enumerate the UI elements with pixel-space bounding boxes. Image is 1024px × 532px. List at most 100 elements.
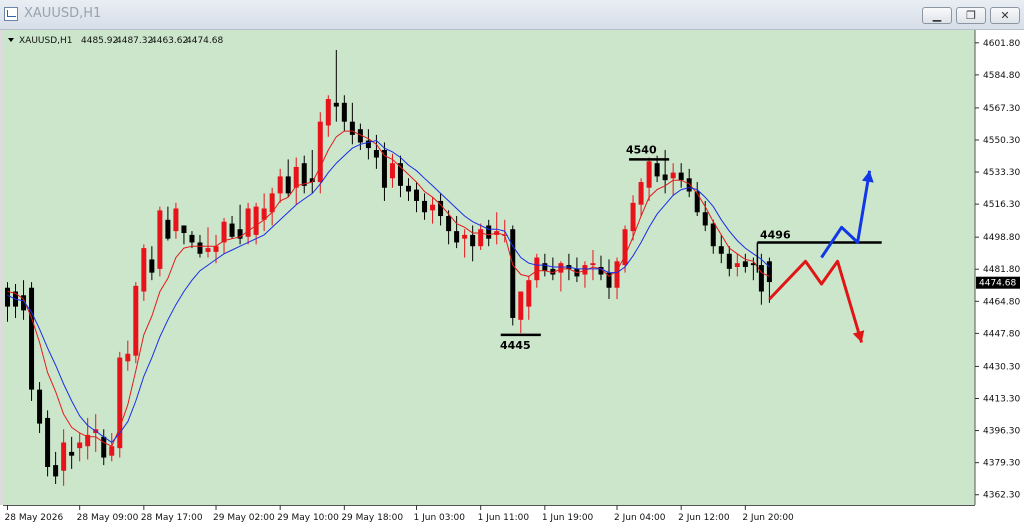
candle-body bbox=[205, 248, 211, 252]
candle-body bbox=[229, 223, 235, 237]
symbol-info-bar: XAUUSD,H1 4485.92 4487.32 4463.62 4474.6… bbox=[8, 36, 223, 46]
price-tick-label: 4379.30 bbox=[983, 459, 1020, 469]
close-icon: ✕ bbox=[1000, 9, 1010, 22]
price-tick-label: 4516.30 bbox=[983, 200, 1020, 210]
candle-body bbox=[77, 442, 83, 449]
level-label-4445: 4445 bbox=[500, 339, 531, 352]
candle-body bbox=[149, 259, 155, 273]
candle-body bbox=[470, 234, 476, 247]
level-label-4540: 4540 bbox=[626, 143, 657, 156]
time-tick-label: 29 May 10:00 bbox=[277, 513, 339, 523]
candle-body bbox=[518, 291, 524, 320]
candle-body bbox=[726, 253, 732, 269]
price-tick-label: 4396.30 bbox=[983, 427, 1020, 437]
candle-body bbox=[45, 417, 51, 467]
candle-body bbox=[662, 174, 668, 181]
candle-body bbox=[686, 178, 692, 192]
price-tick-label: 4567.30 bbox=[983, 104, 1020, 114]
candle-body bbox=[189, 234, 195, 243]
candle-body bbox=[742, 261, 748, 267]
candle-body bbox=[462, 234, 468, 239]
info-symbol: XAUUSD,H1 bbox=[19, 36, 73, 46]
candle-body bbox=[614, 261, 620, 288]
candle-body bbox=[317, 121, 323, 183]
price-tick-label: 4362.30 bbox=[983, 491, 1020, 501]
candle-body bbox=[109, 446, 115, 456]
candle-body bbox=[734, 263, 740, 267]
candle-body bbox=[141, 248, 147, 292]
window-titlebar: XAUUSD,H1 ▁ ❐ ✕ bbox=[0, 0, 1024, 30]
time-tick-label: 28 May 17:00 bbox=[141, 513, 203, 523]
time-tick-label: 2 Jun 04:00 bbox=[614, 513, 666, 523]
current-price-marker: 4474.68 bbox=[976, 276, 1020, 289]
price-tick-label: 4430.30 bbox=[983, 362, 1020, 372]
candle-body bbox=[526, 280, 532, 307]
info-low: 4463.62 bbox=[151, 36, 188, 46]
candle-body bbox=[101, 436, 107, 458]
candle-body bbox=[173, 208, 179, 232]
candle-body bbox=[125, 353, 131, 362]
candle-body bbox=[406, 185, 411, 192]
price-tick-label: 4584.80 bbox=[983, 71, 1020, 81]
price-tick-label: 4481.80 bbox=[983, 265, 1020, 275]
candle-body bbox=[590, 263, 596, 266]
candle-body bbox=[542, 263, 548, 271]
time-tick-label: 28 May 09:00 bbox=[77, 513, 139, 523]
candle-body bbox=[486, 225, 492, 239]
candle-body bbox=[293, 166, 299, 188]
time-tick-label: 1 Jun 11:00 bbox=[478, 513, 530, 523]
candle-body bbox=[414, 189, 420, 201]
price-tick-label: 4464.80 bbox=[983, 297, 1020, 307]
candle-body bbox=[5, 287, 10, 307]
time-tick-label: 2 Jun 20:00 bbox=[742, 513, 794, 523]
window-title: XAUUSD,H1 bbox=[24, 6, 102, 21]
candle-body bbox=[37, 389, 43, 424]
candle-body bbox=[646, 161, 652, 188]
candle-body bbox=[197, 242, 203, 254]
candle-body bbox=[341, 102, 347, 122]
candle-body bbox=[213, 246, 219, 252]
candle-body bbox=[349, 121, 355, 135]
candle-body bbox=[454, 231, 460, 243]
candle-body bbox=[430, 204, 436, 211]
maximize-icon: ❐ bbox=[966, 9, 976, 22]
candle-body bbox=[534, 257, 540, 281]
candle-body bbox=[253, 206, 259, 235]
minimize-button[interactable]: ▁ bbox=[922, 7, 952, 24]
candle-body bbox=[165, 219, 171, 239]
candle-body bbox=[654, 163, 660, 177]
candle-body bbox=[478, 229, 484, 247]
candle-body bbox=[301, 163, 307, 186]
candle-body bbox=[133, 285, 139, 356]
candle-body bbox=[670, 172, 676, 179]
candle-body bbox=[181, 225, 187, 234]
time-tick-label: 1 Jun 03:00 bbox=[414, 513, 466, 523]
candle-body bbox=[53, 465, 59, 477]
candle-body bbox=[277, 176, 283, 194]
candle-body bbox=[710, 223, 716, 247]
candle-body bbox=[630, 202, 636, 232]
candle-body bbox=[61, 442, 67, 471]
price-tick-label: 4447.80 bbox=[983, 329, 1020, 339]
maximize-button[interactable]: ❐ bbox=[956, 7, 986, 24]
candle-body bbox=[389, 163, 395, 179]
candle-body bbox=[69, 451, 75, 456]
minimize-icon: ▁ bbox=[932, 9, 942, 22]
price-tick-label: 4601.80 bbox=[983, 39, 1020, 49]
price-tick-label: 4413.30 bbox=[983, 394, 1020, 404]
candle-body bbox=[638, 182, 644, 205]
candle-body bbox=[446, 216, 452, 232]
candle-body bbox=[678, 172, 684, 181]
price-chart[interactable]: 4540 4445 4496 4601.80 4584.80 4567.30 4550.3… bbox=[0, 30, 1024, 532]
price-tick-label: 4533.30 bbox=[983, 168, 1020, 178]
candle-body bbox=[558, 263, 564, 273]
plot-area[interactable] bbox=[3, 30, 975, 505]
candle-body bbox=[694, 191, 700, 213]
candle-body bbox=[766, 261, 772, 283]
current-price-label: 4474.68 bbox=[979, 279, 1016, 289]
time-tick-label: 29 May 18:00 bbox=[341, 513, 403, 523]
candle-body bbox=[285, 176, 291, 194]
candle-body bbox=[157, 210, 163, 269]
candle-body bbox=[373, 149, 379, 158]
close-button[interactable]: ✕ bbox=[990, 7, 1020, 24]
